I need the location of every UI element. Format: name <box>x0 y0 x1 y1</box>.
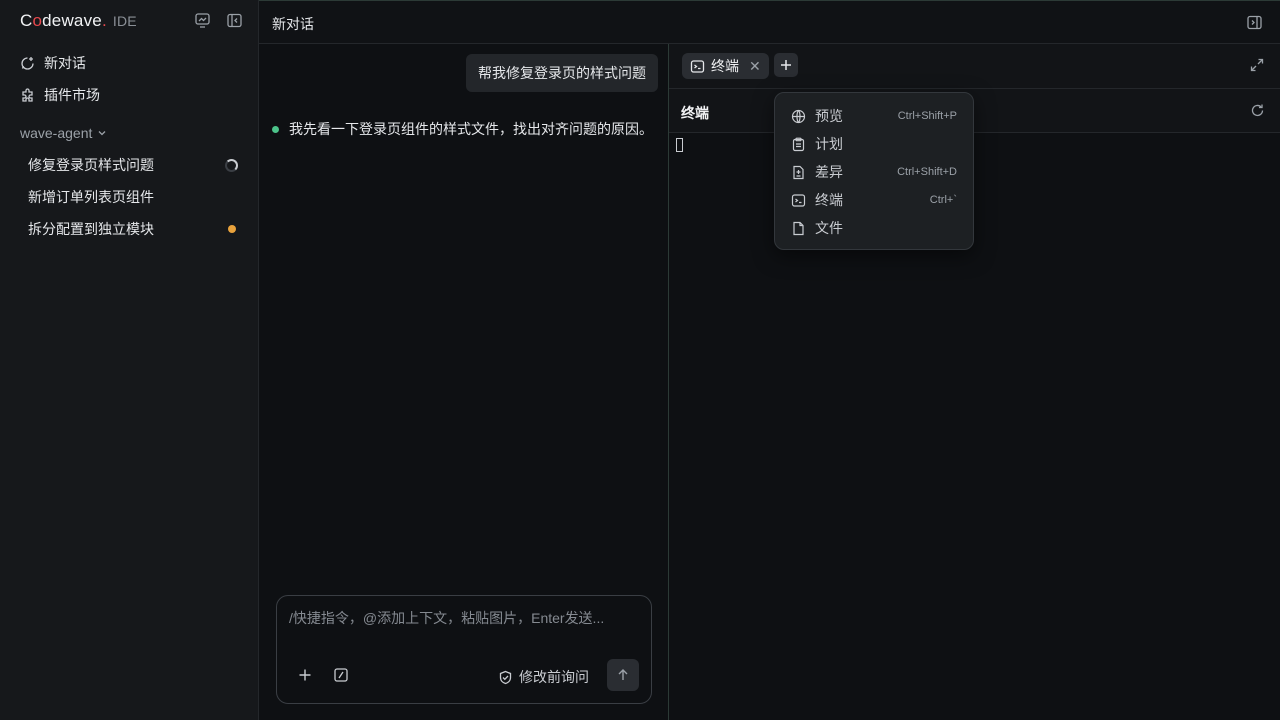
composer: 修改前询问 <box>276 595 652 704</box>
logo-text-o: o <box>32 11 43 30</box>
status-dot-icon <box>272 125 279 133</box>
tab-terminal[interactable]: 终端 ✕ <box>682 53 769 79</box>
session-label: 新增订单列表页组件 <box>28 189 154 205</box>
tab-terminal-label: 终端 <box>711 58 739 74</box>
menu-item-label: 计划 <box>815 136 843 152</box>
menu-item-label: 终端 <box>815 192 843 208</box>
message-input[interactable] <box>289 610 639 626</box>
file-icon <box>791 221 806 236</box>
app-logo: Co dewave. IDE <box>20 11 137 31</box>
nav-new-chat-label: 新对话 <box>44 55 86 71</box>
session-item[interactable]: 修复登录页样式问题 <box>28 155 238 175</box>
sidebar-top-actions <box>194 12 243 29</box>
loading-spinner-icon <box>225 158 238 172</box>
toggle-panel-icon[interactable] <box>1246 14 1263 31</box>
logo-dot: . <box>101 11 107 30</box>
ask-before-edit-toggle[interactable]: 修改前询问 <box>498 667 589 687</box>
menu-item-label: 文件 <box>815 220 843 236</box>
right-panel: 终端 ✕ 终端 <box>668 44 1280 720</box>
clipboard-icon <box>791 137 806 152</box>
plus-icon <box>779 58 793 72</box>
composer-actions <box>297 667 349 683</box>
workspace-selector[interactable]: wave-agent <box>20 125 108 141</box>
session-item[interactable]: 拆分配置到独立模块 <box>28 219 238 239</box>
menu-item-preview[interactable]: 预览 Ctrl+Shift+P <box>775 102 973 130</box>
workspace-name: wave-agent <box>20 125 93 141</box>
chevron-down-icon <box>96 127 108 139</box>
logo-text-rest: dewave <box>42 11 102 30</box>
logo-text-c: C <box>20 11 33 30</box>
page-title: 新对话 <box>272 16 314 32</box>
terminal-cursor <box>676 138 683 152</box>
assistant-message-text: 我先看一下登录页组件的样式文件，找出对齐问题的原因。 <box>289 121 653 137</box>
send-button[interactable] <box>607 659 639 691</box>
menu-item-shortcut: Ctrl+` <box>929 194 957 206</box>
session-label: 修复登录页样式问题 <box>28 157 154 173</box>
menu-item-plan[interactable]: 计划 <box>775 130 973 158</box>
unread-dot-icon <box>228 225 236 233</box>
menu-item-terminal[interactable]: 终端 Ctrl+` <box>775 186 973 214</box>
terminal-icon <box>791 193 806 208</box>
expand-icon[interactable] <box>1250 58 1264 72</box>
menu-item-diff[interactable]: 差异 Ctrl+Shift+D <box>775 158 973 186</box>
menu-item-shortcut: Ctrl+Shift+P <box>897 110 957 122</box>
menu-item-label: 差异 <box>815 164 843 180</box>
nav-new-chat[interactable]: 新对话 <box>20 53 86 73</box>
diff-icon <box>791 165 806 180</box>
refresh-icon[interactable] <box>1250 103 1265 118</box>
session-item[interactable]: 新增订单列表页组件 <box>28 187 238 207</box>
arrow-up-icon <box>616 668 630 682</box>
menu-item-file[interactable]: 文件 <box>775 214 973 242</box>
nav-plugin-market-label: 插件市场 <box>44 87 100 103</box>
puzzle-icon <box>20 87 35 103</box>
sidebar: Co dewave. IDE 新对话 插件市场 wave-agent 修复登录页样式… <box>0 0 259 720</box>
globe-icon <box>791 109 806 124</box>
terminal-title: 终端 <box>681 105 709 121</box>
plus-icon[interactable] <box>297 667 313 683</box>
slash-command-icon[interactable] <box>333 667 349 683</box>
nav-plugin-market[interactable]: 插件市场 <box>20 85 100 105</box>
chat-pane: 帮我修复登录页的样式问题 我先看一下登录页组件的样式文件，找出对齐问题的原因。 … <box>259 44 668 720</box>
monitor-chart-icon[interactable] <box>194 12 211 29</box>
chat-plus-icon <box>20 56 35 71</box>
terminal-icon <box>690 59 705 74</box>
collapse-sidebar-icon[interactable] <box>226 12 243 29</box>
shield-check-icon <box>498 670 513 685</box>
close-icon[interactable]: ✕ <box>749 58 761 75</box>
panel-tabbar: 终端 ✕ <box>669 44 1280 89</box>
menu-item-shortcut: Ctrl+Shift+D <box>897 166 957 178</box>
user-message: 帮我修复登录页的样式问题 <box>466 54 658 92</box>
ide-label: IDE <box>112 13 137 29</box>
menu-item-label: 预览 <box>815 108 843 124</box>
top-header: 新对话 <box>259 0 1280 44</box>
terminal-header: 终端 <box>669 89 1280 133</box>
session-label: 拆分配置到独立模块 <box>28 221 154 237</box>
ask-before-edit-label: 修改前询问 <box>519 669 589 685</box>
assistant-message: 我先看一下登录页组件的样式文件，找出对齐问题的原因。 <box>272 119 653 139</box>
add-panel-menu: 预览 Ctrl+Shift+P 计划 差异 Ctrl+Shift+D 终端 Ct… <box>774 92 974 250</box>
add-tab-button[interactable] <box>774 53 798 77</box>
terminal-body[interactable] <box>669 133 1280 720</box>
